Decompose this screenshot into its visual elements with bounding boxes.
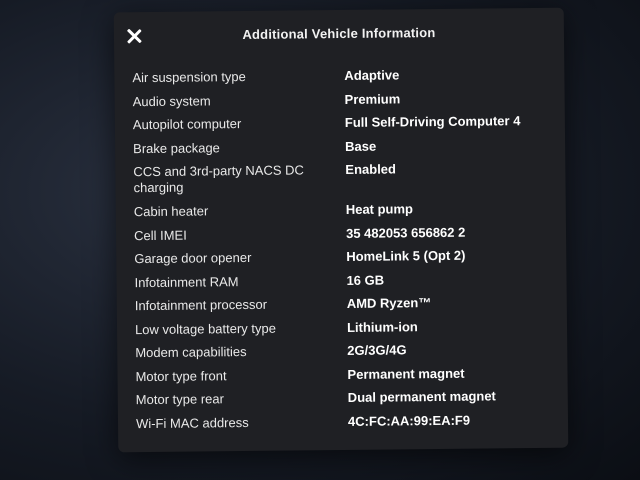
info-label: Cell IMEI xyxy=(133,227,187,243)
info-value: Permanent magnet xyxy=(347,365,465,382)
info-value: Dual permanent magnet xyxy=(347,388,496,405)
info-label: Audio system xyxy=(132,92,211,109)
info-label: Brake package xyxy=(133,139,220,156)
info-label: Cabin heater xyxy=(133,203,209,220)
info-value: Full Self-Driving Computer 4 xyxy=(344,113,521,130)
info-value: 35 482053 656862 2 xyxy=(345,224,466,241)
info-value: 16 GB xyxy=(346,272,385,288)
info-value: HomeLink 5 (Opt 2) xyxy=(346,247,466,264)
dialog-title: Additional Vehicle Information xyxy=(242,25,436,43)
info-value: Enabled xyxy=(345,161,397,177)
info-row-ccs-nacs-charging: CCS and 3rd-party NACS DC charging Enabl… xyxy=(133,160,553,204)
info-label: Motor type rear xyxy=(135,391,224,408)
info-row-wifi-mac: Wi-Fi MAC address 4C:FC:AA:99:EA:F9 xyxy=(136,411,556,439)
info-value: Premium xyxy=(344,90,401,107)
info-value: Base xyxy=(345,138,377,154)
info-label: CCS and 3rd-party NACS DC charging xyxy=(133,162,304,196)
info-label: Motor type front xyxy=(135,367,227,384)
info-label: Modem capabilities xyxy=(135,343,247,361)
dialog-header: Additional Vehicle Information xyxy=(114,8,564,61)
info-value: Adaptive xyxy=(344,67,400,83)
info-value: 4C:FC:AA:99:EA:F9 xyxy=(347,412,471,429)
info-value: 2G/3G/4G xyxy=(347,342,407,358)
info-label: Low voltage battery type xyxy=(134,320,277,337)
vehicle-screen: Additional Vehicle Information Air suspe… xyxy=(0,0,640,480)
info-value: Heat pump xyxy=(345,201,414,217)
info-label: Infotainment RAM xyxy=(134,273,239,290)
info-label: Air suspension type xyxy=(132,68,246,86)
info-value: AMD Ryzen™ xyxy=(346,295,432,311)
info-label: Autopilot computer xyxy=(132,116,242,133)
info-label: Garage door opener xyxy=(134,249,252,267)
info-list: Air suspension type Adaptive Audio syste… xyxy=(132,66,556,439)
info-value: Lithium-ion xyxy=(346,318,418,335)
info-label: Infotainment processor xyxy=(134,296,268,314)
info-label: Wi-Fi MAC address xyxy=(135,414,249,431)
additional-vehicle-info-dialog: Additional Vehicle Information Air suspe… xyxy=(113,7,569,453)
